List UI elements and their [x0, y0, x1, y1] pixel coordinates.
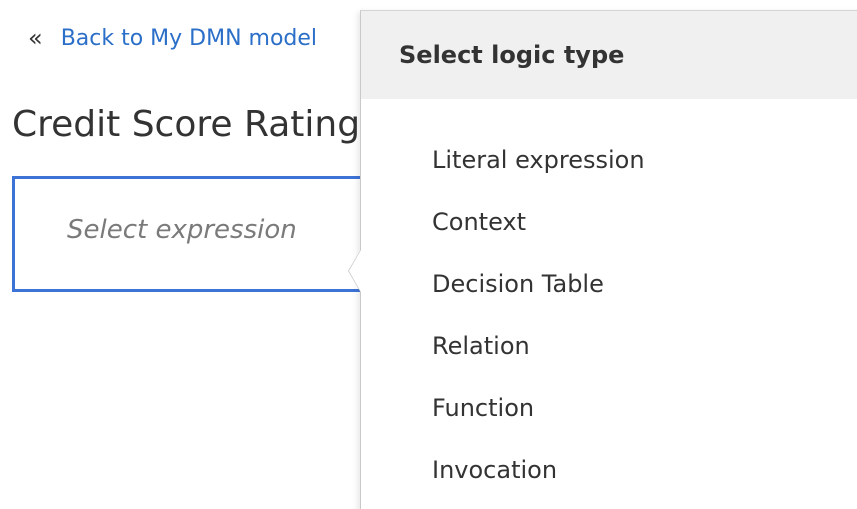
back-link-label: Back to My DMN model	[60, 25, 318, 51]
expression-placeholder: Select expression	[67, 215, 297, 245]
menu-item-relation[interactable]: Relation	[361, 315, 857, 377]
menu-item-invocation[interactable]: Invocation	[361, 439, 857, 501]
page-title: Credit Score Rating	[12, 104, 361, 145]
menu-item-function[interactable]: Function	[361, 377, 857, 439]
menu-item-context[interactable]: Context	[361, 191, 857, 253]
back-to-model-link[interactable]: « Back to My DMN model	[28, 20, 317, 56]
menu-item-literal-expression[interactable]: Literal expression	[361, 129, 857, 191]
logic-type-menu: Literal expression Context Decision Tabl…	[361, 129, 857, 501]
popover-arrow-fill	[349, 250, 361, 292]
double-chevron-left-icon: «	[28, 24, 43, 52]
popover-header: Select logic type	[361, 11, 857, 99]
logic-type-popover: Select logic type Literal expression Con…	[348, 10, 857, 509]
menu-item-decision-table[interactable]: Decision Table	[361, 253, 857, 315]
dmn-editor-page: « Back to My DMN model Credit Score Rati…	[0, 0, 857, 509]
